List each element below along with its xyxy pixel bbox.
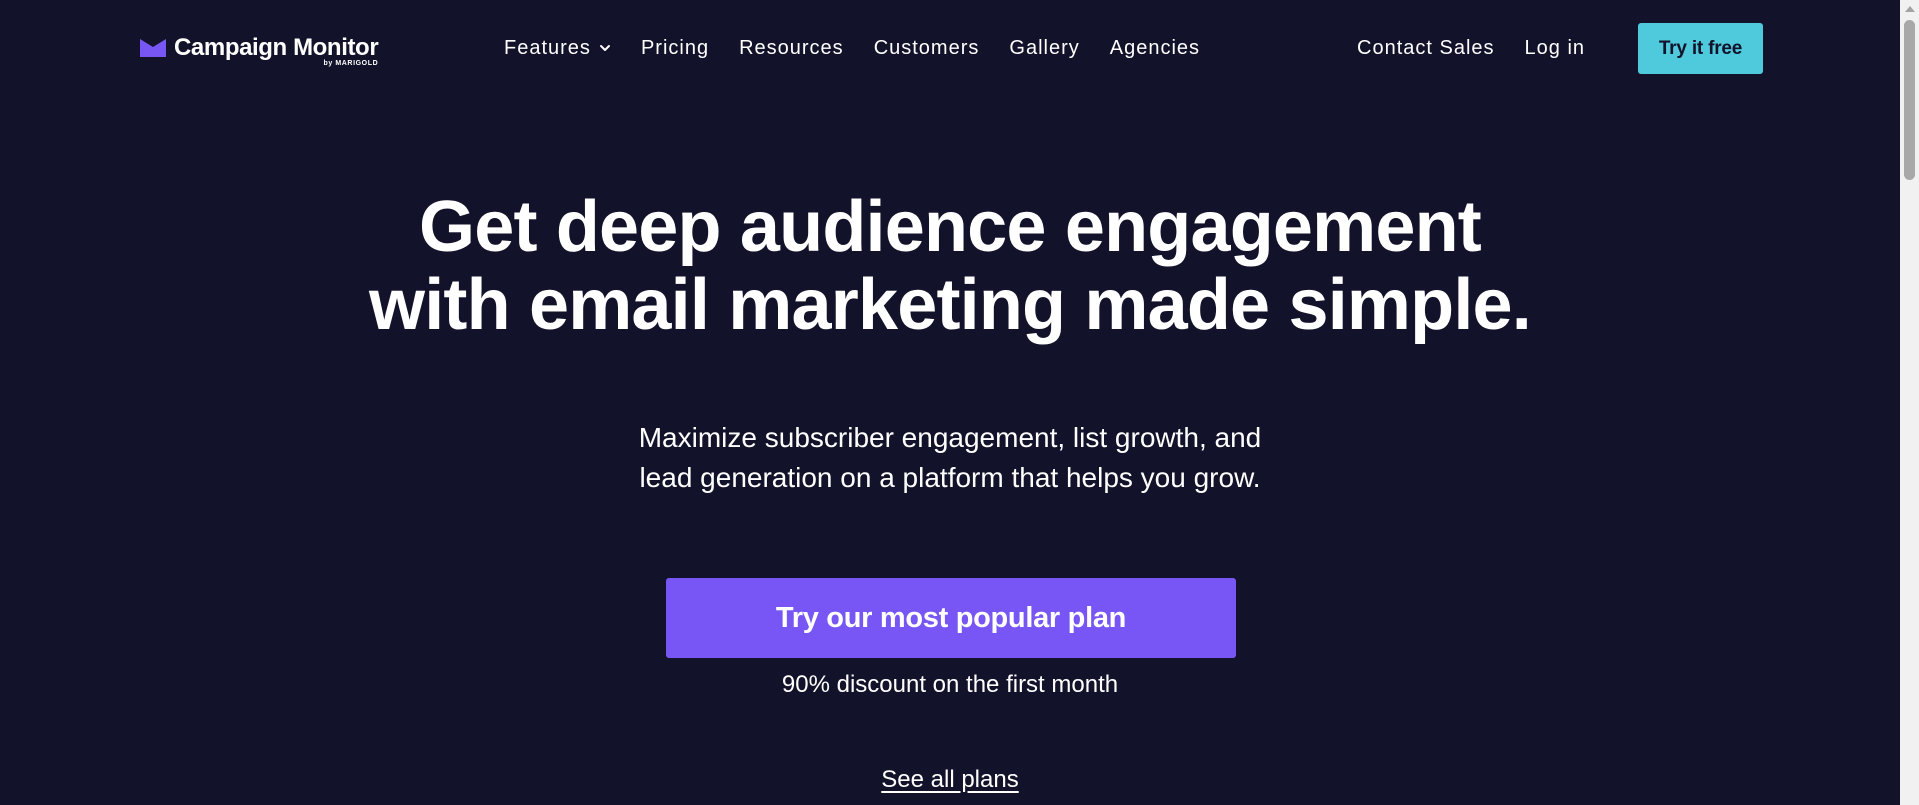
page: Campaign Monitor by MARIGOLD Features Pr… [0, 0, 1919, 805]
nav-pricing[interactable]: Pricing [641, 34, 709, 62]
hero-subtitle-line-1: Maximize subscriber engagement, list gro… [638, 422, 1262, 453]
see-plans-wrap: See all plans [0, 763, 1900, 800]
scroll-up-arrow-icon[interactable] [1905, 6, 1915, 12]
hero-title-line-1: Get deep audience engagement [419, 187, 1482, 267]
envelope-logo-icon [140, 39, 166, 57]
hero-title-line-2: with email marketing made simple. [369, 265, 1532, 345]
nav-customers[interactable]: Customers [874, 34, 980, 62]
nav-resources[interactable]: Resources [739, 34, 844, 62]
hero-subtitle-line-2: lead generation on a platform that helps… [639, 462, 1261, 493]
account-nav: Contact Sales Log in [1357, 34, 1615, 62]
nav-features-label: Features [504, 37, 591, 59]
try-free-button[interactable]: Try it free [1638, 23, 1763, 74]
vertical-scrollbar[interactable] [1900, 0, 1919, 805]
logo-text: Campaign Monitor [174, 34, 379, 61]
nav-agencies[interactable]: Agencies [1110, 34, 1200, 62]
scrollbar-thumb[interactable] [1904, 20, 1915, 180]
logo-link[interactable]: Campaign Monitor by MARIGOLD [140, 34, 379, 67]
chevron-down-icon [599, 45, 610, 51]
logo-sub: by MARIGOLD [323, 60, 379, 67]
main-nav: Features Pricing Resources Customers Gal… [504, 34, 1230, 62]
contact-sales-link[interactable]: Contact Sales [1357, 34, 1495, 62]
hero-subtitle: Maximize subscriber engagement, list gro… [0, 418, 1900, 498]
discount-note: 90% discount on the first month [781, 671, 1119, 698]
login-link[interactable]: Log in [1525, 34, 1586, 62]
hero-title: Get deep audience engagement with email … [0, 188, 1900, 344]
logo-wordmark: Campaign Monitor by MARIGOLD [174, 34, 379, 67]
nav-features[interactable]: Features [504, 34, 611, 62]
site-header: Campaign Monitor by MARIGOLD Features Pr… [0, 0, 1900, 96]
nav-gallery[interactable]: Gallery [1009, 34, 1079, 62]
popular-plan-button[interactable]: Try our most popular plan [666, 578, 1236, 658]
see-all-plans-link[interactable]: See all plans [881, 766, 1018, 793]
